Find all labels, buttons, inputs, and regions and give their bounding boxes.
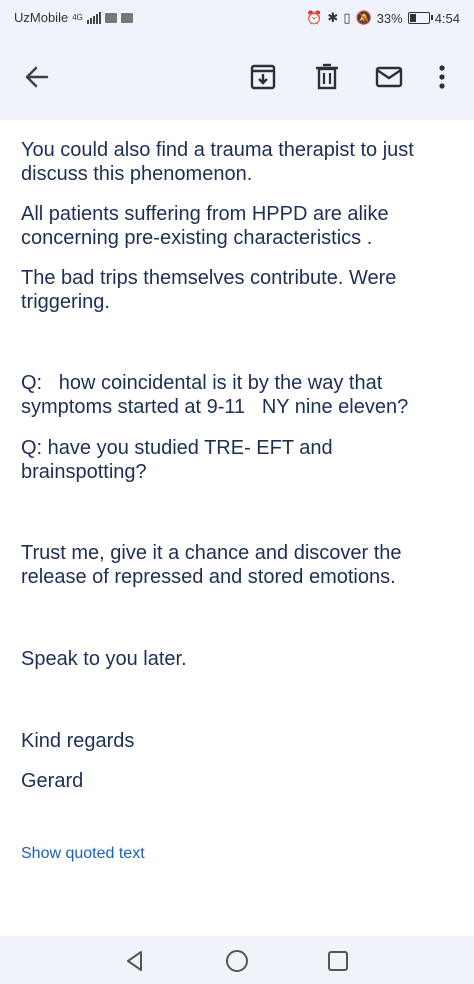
more-vert-icon[interactable] (430, 62, 454, 92)
email-paragraph: You could also find a trauma therapist t… (21, 139, 414, 185)
email-paragraph: Speak to you later. (21, 648, 187, 670)
signoff: Kind regards (21, 730, 135, 752)
system-nav-bar (0, 936, 474, 984)
mail-icon[interactable] (374, 62, 404, 92)
email-paragraph: Q: have you studied TRE- EFT and brainsp… (21, 437, 333, 483)
email-paragraph: The bad trips themselves contribute. Wer… (21, 267, 397, 313)
trash-icon[interactable] (312, 62, 342, 92)
network-type-label: 4G (72, 13, 83, 22)
status-bar: UzMobile 4G ⏰ ✱ ▯ 🔕 33% 4:54 (0, 0, 474, 36)
status-left: UzMobile 4G (14, 10, 133, 25)
email-toolbar (0, 36, 474, 120)
battery-percent: 33% (376, 10, 403, 26)
nav-home-icon[interactable] (224, 948, 250, 974)
alarm-icon: ⏰ (306, 10, 323, 25)
nav-back-icon[interactable] (122, 948, 148, 974)
battery-fill (409, 14, 417, 22)
email-paragraph: All patients suffering from HPPD are ali… (21, 203, 389, 249)
notification-image-icon (104, 12, 117, 23)
email-body: You could also find a trauma therapist t… (21, 138, 457, 793)
email-paragraph: Trust me, give it a chance and discover … (21, 542, 402, 588)
archive-icon[interactable] (248, 62, 278, 92)
back-arrow-icon[interactable] (22, 62, 52, 92)
status-right: ⏰ ✱ ▯ 🔕 33% 4:54 (306, 10, 460, 26)
notification-image-icon-2 (120, 12, 133, 23)
show-quoted-text-link[interactable]: Show quoted text (21, 845, 145, 863)
vibrate-icon: ▯ (343, 10, 351, 25)
carrier-label: UzMobile (14, 10, 69, 25)
signature-name: Gerard (21, 770, 84, 792)
clock: 4:54 (434, 10, 460, 26)
mute-icon: 🔕 (355, 10, 372, 25)
email-paragraph: Q: how coincidental is it by the way tha… (21, 372, 409, 418)
signal-icon (86, 11, 101, 24)
nav-recents-icon[interactable] (325, 948, 351, 974)
battery-icon (407, 12, 433, 24)
bluetooth-icon: ✱ (327, 10, 339, 25)
